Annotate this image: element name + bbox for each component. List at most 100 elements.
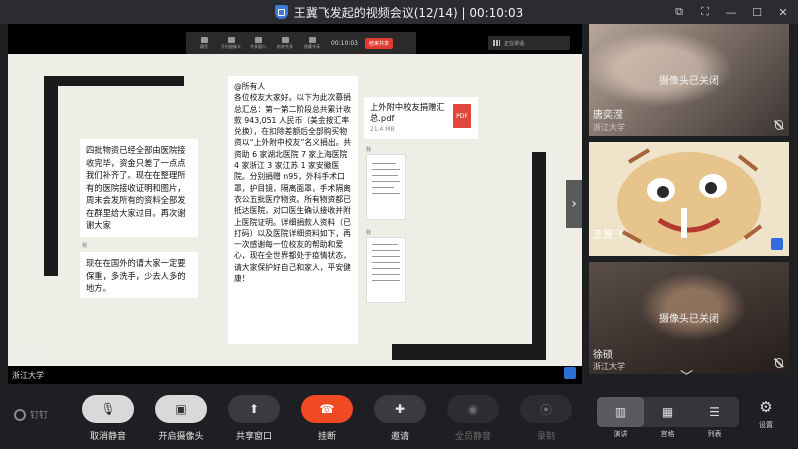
unmute-button[interactable]: 🎙 取消静音 xyxy=(80,395,136,442)
thumb-line xyxy=(372,163,396,164)
participant-name: 王冀飞 xyxy=(593,230,623,241)
meeting-window: 王冀飞发起的视频会议(12/14) | 00:10:03 ⧉ ⛶ — ☐ ✕ 静… xyxy=(0,0,798,449)
mic-off-icon xyxy=(775,120,783,130)
audio-bars-icon xyxy=(493,40,500,46)
bracket-top xyxy=(44,76,184,86)
fullscreen-icon[interactable]: ⛶ xyxy=(698,5,712,19)
bracket-left xyxy=(44,76,58,276)
speaker-view-button[interactable]: ▥ xyxy=(597,397,644,427)
share-camera-button[interactable]: 开启摄像头 xyxy=(219,34,243,52)
share-mute-button[interactable]: 静音 xyxy=(192,34,216,52)
share-stop-button[interactable]: 结束共享 xyxy=(273,34,297,52)
share-window-button[interactable]: 共享窗口 xyxy=(246,34,270,52)
participant-org: 浙江大学 xyxy=(593,123,625,132)
camera-on-button[interactable]: ▣ 开启摄像头 xyxy=(153,395,209,442)
speaker-indicator[interactable]: 正在讲话: xyxy=(488,36,570,50)
mute-all-icon: ◉ xyxy=(447,395,499,423)
next-page-button[interactable]: › xyxy=(566,180,582,228)
participant-name: 徐硕 xyxy=(593,350,613,361)
bracket-bottom xyxy=(392,344,546,360)
invite-icon: ✚ xyxy=(374,395,426,423)
document-thumbnail[interactable] xyxy=(366,237,406,303)
speaker-view-label: 演讲 xyxy=(613,430,628,438)
maximize-icon[interactable]: ☐ xyxy=(750,5,764,19)
thumb-line xyxy=(372,175,398,176)
close-icon[interactable]: ✕ xyxy=(776,5,790,19)
grid-view-label: 宫格 xyxy=(660,430,675,438)
camera-off-icon: ▣ xyxy=(155,395,207,423)
camera-off-text: 摄像头已关闭 xyxy=(659,314,719,325)
list-view-label: 列表 xyxy=(707,430,722,438)
security-shield-icon[interactable] xyxy=(274,5,288,19)
hangup-button[interactable]: ☎ 挂断 xyxy=(299,395,355,442)
stage-footer xyxy=(8,366,582,384)
share-screen-icon: ⬆ xyxy=(228,395,280,423)
shared-screen-stage: 静音 开启摄像头 共享窗口 结束共享 隐藏共享 00:10:03 结束共享 正在… xyxy=(8,24,582,384)
message-meta: 我 xyxy=(82,243,88,249)
document-thumbnail[interactable] xyxy=(366,154,406,220)
stop-icon xyxy=(281,36,289,43)
grid-view-button[interactable]: ▦ xyxy=(644,397,691,427)
thumb-line xyxy=(372,187,394,188)
thumb-line xyxy=(372,274,400,275)
title-group: 王冀飞发起的视频会议(12/14) | 00:10:03 xyxy=(274,4,524,21)
presenter-name: 王冀飞 xyxy=(12,346,42,357)
mute-all-button[interactable]: ◉ 全员静音 xyxy=(445,395,501,442)
pdf-filename: 上外附中校友捐赠汇总.pdf xyxy=(370,102,445,123)
camera-icon xyxy=(227,36,235,43)
message-bubble: 四批物资已经全部由医院接收完毕，资金只差了一点点我们补齐了。现在在整理所有的医院… xyxy=(80,139,198,237)
presenter-badge-icon[interactable] xyxy=(564,367,576,379)
share-hide-button[interactable]: 隐藏共享 xyxy=(300,34,324,52)
end-share-button[interactable]: 结束共享 xyxy=(364,37,393,49)
participant-name: 唐奕滢 xyxy=(593,110,623,121)
view-labels: 演讲 宫格 列表 xyxy=(597,429,739,439)
share-timer: 00:10:03 xyxy=(331,39,358,47)
participant-org: 浙江大学 xyxy=(593,362,625,371)
thumb-line xyxy=(372,262,400,263)
mic-off-icon xyxy=(775,358,783,368)
presenter-org: 浙江大学 xyxy=(12,371,44,380)
pdf-attachment[interactable]: 上外附中校友捐赠汇总.pdf 21.4 MB PDF xyxy=(364,97,478,139)
thumb-line xyxy=(372,280,400,281)
mic-off-icon: 🎙 xyxy=(82,395,134,423)
record-button[interactable]: ⦿ 录制 xyxy=(518,395,574,442)
mic-icon xyxy=(200,36,208,43)
thumb-line xyxy=(372,193,400,194)
message-bubble: 现在在国外的请大家一定要保重，多洗手，少去人多的地方。 xyxy=(80,252,198,298)
list-view-button[interactable]: ☰ xyxy=(691,397,738,427)
gear-icon: ⚙ xyxy=(759,398,773,416)
share-toolbar: 静音 开启摄像头 共享窗口 结束共享 隐藏共享 00:10:03 结束共享 xyxy=(186,32,416,54)
shared-document: 四批物资已经全部由医院接收完毕，资金只差了一点点我们补齐了。现在在整理所有的医院… xyxy=(8,54,582,366)
invite-button[interactable]: ✚ 邀请 xyxy=(372,395,428,442)
thumbnail-meta: 我 xyxy=(366,147,372,153)
bracket-right xyxy=(532,152,546,360)
screen-share-badge-icon xyxy=(771,238,783,250)
window-controls: ⧉ ⛶ — ☐ ✕ xyxy=(672,0,790,24)
share-icon xyxy=(254,36,262,43)
share-window-button[interactable]: ⬆ 共享窗口 xyxy=(226,395,282,442)
thumb-line xyxy=(372,181,400,182)
chevron-down-icon[interactable]: ﹀ xyxy=(680,366,693,385)
thumb-line xyxy=(372,268,400,269)
record-icon: ⦿ xyxy=(520,395,572,423)
window-title: 王冀飞发起的视频会议(12/14) | 00:10:03 xyxy=(293,5,524,20)
dingtalk-icon xyxy=(14,408,26,421)
thumbnail-meta: 我 xyxy=(366,230,372,236)
thumb-line xyxy=(372,256,400,257)
hangup-icon: ☎ xyxy=(301,395,353,423)
pdf-icon: PDF xyxy=(453,104,471,128)
announcement-message: @所有人 各位校友大家好。以下为此次募捐总汇总：第一第二阶段总共累计收款 943… xyxy=(228,76,358,344)
participant-tile[interactable]: 摄像头已关闭 唐奕滢 浙江大学 xyxy=(589,24,789,136)
camera-off-text: 摄像头已关闭 xyxy=(659,76,719,87)
minimize-icon[interactable]: — xyxy=(724,5,738,19)
participant-tile-active[interactable]: 王冀飞 xyxy=(589,142,789,256)
thumb-line xyxy=(372,244,398,245)
thumb-line xyxy=(372,250,400,251)
settings-button[interactable]: ⚙ 设置 xyxy=(752,398,780,430)
title-bar: 王冀飞发起的视频会议(12/14) | 00:10:03 ⧉ ⛶ — ☐ ✕ xyxy=(0,0,798,24)
thumb-line xyxy=(372,169,400,170)
brand-logo: 钉钉 xyxy=(14,408,48,421)
meeting-toolbar: 钉钉 🎙 取消静音 ▣ 开启摄像头 ⬆ 共享窗口 ☎ 挂断 ✚ 邀请 ◉ 全员静… xyxy=(0,386,798,449)
restore-down-icon[interactable]: ⧉ xyxy=(672,5,686,19)
participant-tile[interactable]: 摄像头已关闭 徐硕 浙江大学 xyxy=(589,262,789,374)
